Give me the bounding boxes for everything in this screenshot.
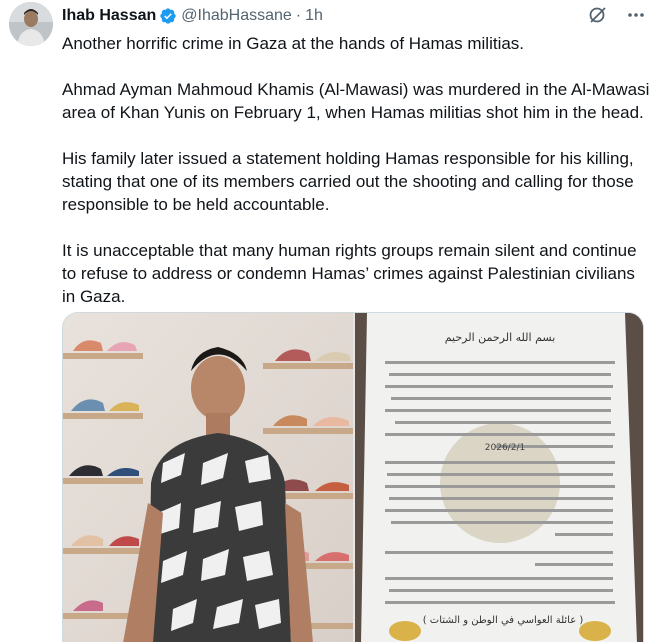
document-basmala: بسم الله الرحمن الرحيم [445,331,556,344]
tweet[interactable]: Ihab Hassan @IhabHassane · 1h Another ho… [0,0,666,642]
family-statement-document[interactable]: بسم الله الرحمن الرحيم 2026/2/1 ( عائلة … [355,313,643,642]
document-signature: ( عائلة العواسي في الوطن و الشتات ) [423,615,584,626]
tweet-paragraph: Ahmad Ayman Mahmoud Khamis (Al-Mawasi) w… [62,80,650,122]
tweet-actions-top [588,5,646,25]
author-name[interactable]: Ihab Hassan [62,7,156,25]
separator-dot: · [295,7,302,24]
tweet-paragraph: His family later issued a statement hold… [62,149,634,214]
tweet-media[interactable]: بسم الله الرحمن الرحيم 2026/2/1 ( عائلة … [62,312,644,642]
tweet-text: Another horrific crime in Gaza at the ha… [62,32,652,331]
tweet-header: Ihab Hassan @IhabHassane · 1h [62,5,323,27]
victim-photo[interactable] [63,313,353,642]
more-options-icon[interactable] [626,5,646,25]
tweet-paragraph: It is unacceptable that many human right… [62,241,637,306]
avatar[interactable] [9,2,53,46]
document-date: 2026/2/1 [485,443,525,453]
author-handle[interactable]: @IhabHassane [181,7,292,25]
timestamp[interactable]: 1h [305,7,323,25]
tweet-paragraph: Another horrific crime in Gaza at the ha… [62,34,525,53]
verified-badge-icon [159,7,177,25]
grok-icon[interactable] [588,5,608,25]
